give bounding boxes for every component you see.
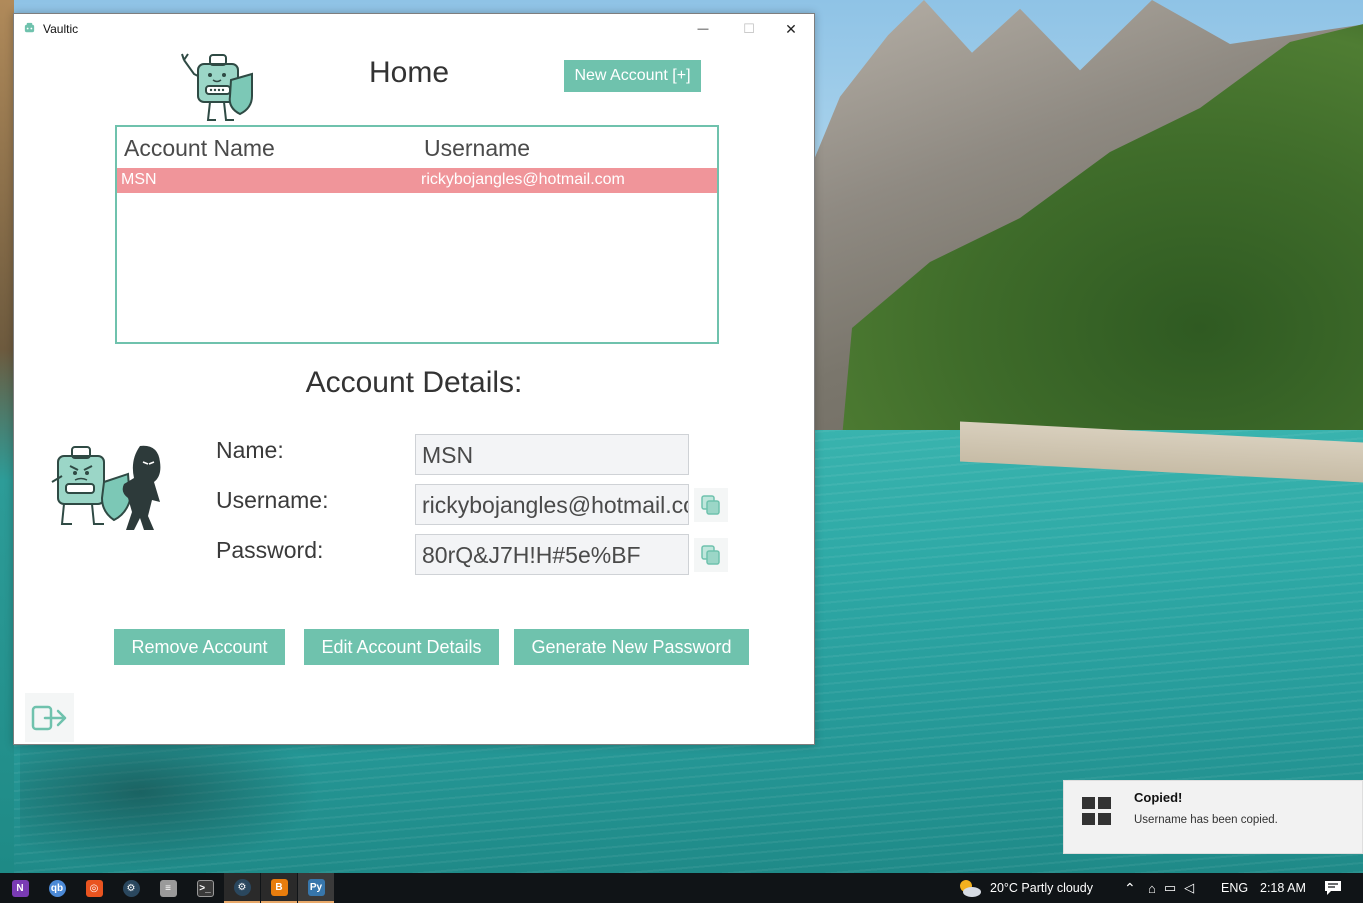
python-icon: Py (307, 878, 325, 896)
window-titlebar[interactable]: Vaultic — ☐ ✕ (14, 14, 814, 44)
system-tray-icons[interactable]: ⌂ ▭ ◁ (1148, 873, 1202, 903)
taskbar: N qb ◎ ⚙ ≡ >_ ⚙ B Py 20°C Partly cloudy … (0, 873, 1363, 903)
vaultic-robot-icon (24, 22, 35, 33)
close-icon: ✕ (785, 20, 797, 37)
password-field[interactable]: 80rQ&J7H!H#5e%BF (415, 534, 689, 575)
blender-icon: B (270, 878, 288, 896)
edit-account-details-button[interactable]: Edit Account Details (304, 629, 499, 665)
copy-username-button[interactable] (694, 488, 728, 522)
clock-time: 2:18 AM (1260, 881, 1306, 895)
terminal-icon: >_ (196, 879, 214, 897)
wallpaper-shadow (20, 740, 320, 870)
minimize-icon: — (697, 23, 709, 35)
copied-notification[interactable]: Copied! Username has been copied. (1063, 780, 1363, 854)
username-label: Username: (216, 487, 329, 513)
account-name-cell: MSN (121, 171, 157, 188)
logout-icon (31, 705, 66, 730)
meet-icon: ⌂ (1148, 880, 1164, 896)
account-details-title: Account Details: (305, 366, 523, 399)
onenote-icon: N (11, 879, 29, 897)
table-row[interactable]: MSN rickybojangles@hotmail.com (117, 168, 717, 193)
taskbar-app-onenote[interactable]: N (2, 873, 38, 903)
page-title: Home (368, 56, 450, 89)
database-icon: ≡ (159, 879, 177, 897)
notification-message: Username has been copied. (1134, 814, 1278, 826)
ubuntu-icon: ◎ (85, 879, 103, 897)
username-field[interactable]: rickybojangles@hotmail.com (415, 484, 689, 525)
taskbar-app-qbittorrent[interactable]: qb (39, 873, 75, 903)
vault-robot-mascot (181, 53, 253, 121)
new-account-button[interactable]: New Account [+] (564, 60, 701, 92)
weather-text: 20°C Partly cloudy (990, 881, 1093, 895)
column-header-username[interactable]: Username (424, 135, 530, 162)
chevron-up-icon: ⌃ (1124, 879, 1136, 896)
partly-cloudy-icon (960, 880, 981, 897)
show-hidden-icons-button[interactable]: ⌃ (1124, 873, 1136, 903)
taskbar-app-steam-running[interactable]: ⚙ (224, 873, 260, 903)
copy-password-button[interactable] (694, 538, 728, 572)
action-center-button[interactable] (1324, 873, 1342, 903)
maximize-icon: ☐ (743, 21, 755, 36)
logout-button[interactable] (25, 693, 74, 742)
remove-account-button[interactable]: Remove Account (114, 629, 285, 665)
vaultic-window: Vaultic — ☐ ✕ Home New Account [+] Accou… (13, 13, 815, 745)
maximize-button[interactable]: ☐ (726, 14, 772, 44)
taskbar-app-python[interactable]: Py (298, 873, 334, 903)
language-text: ENG (1221, 881, 1249, 895)
password-label: Password: (216, 537, 324, 563)
notification-title: Copied! (1134, 790, 1183, 805)
taskbar-app-blender[interactable]: B (261, 873, 297, 903)
steam-icon: ⚙ (233, 878, 251, 896)
name-field[interactable]: MSN (415, 434, 689, 475)
taskbar-app-database[interactable]: ≡ (150, 873, 186, 903)
vault-robot-thief-illustration (51, 445, 161, 530)
windows-app-icon (1082, 797, 1112, 825)
generate-new-password-button[interactable]: Generate New Password (514, 629, 749, 665)
taskbar-app-ubuntu[interactable]: ◎ (76, 873, 112, 903)
qbittorrent-icon: qb (48, 879, 66, 897)
notification-icon (1325, 881, 1341, 895)
language-indicator[interactable]: ENG (1221, 873, 1248, 903)
taskbar-app-steam[interactable]: ⚙ (113, 873, 149, 903)
network-icon: ▭ (1163, 880, 1185, 895)
wallpaper-edge (0, 0, 14, 873)
minimize-button[interactable]: — (680, 14, 726, 44)
steam-icon: ⚙ (122, 879, 140, 897)
accounts-table[interactable]: Account Name Username MSN rickybojangles… (115, 125, 719, 344)
taskbar-app-terminal[interactable]: >_ (187, 873, 223, 903)
clock[interactable]: 2:18 AM (1260, 873, 1306, 903)
window-title: Vaultic (43, 22, 79, 36)
copy-icon (701, 545, 720, 565)
column-header-account-name[interactable]: Account Name (124, 135, 275, 162)
weather-widget[interactable]: 20°C Partly cloudy (956, 873, 1093, 903)
volume-icon: ◁ (1184, 880, 1203, 895)
username-cell: rickybojangles@hotmail.com (421, 171, 625, 188)
close-button[interactable]: ✕ (768, 14, 814, 44)
name-label: Name: (216, 437, 284, 463)
copy-icon (701, 495, 720, 515)
